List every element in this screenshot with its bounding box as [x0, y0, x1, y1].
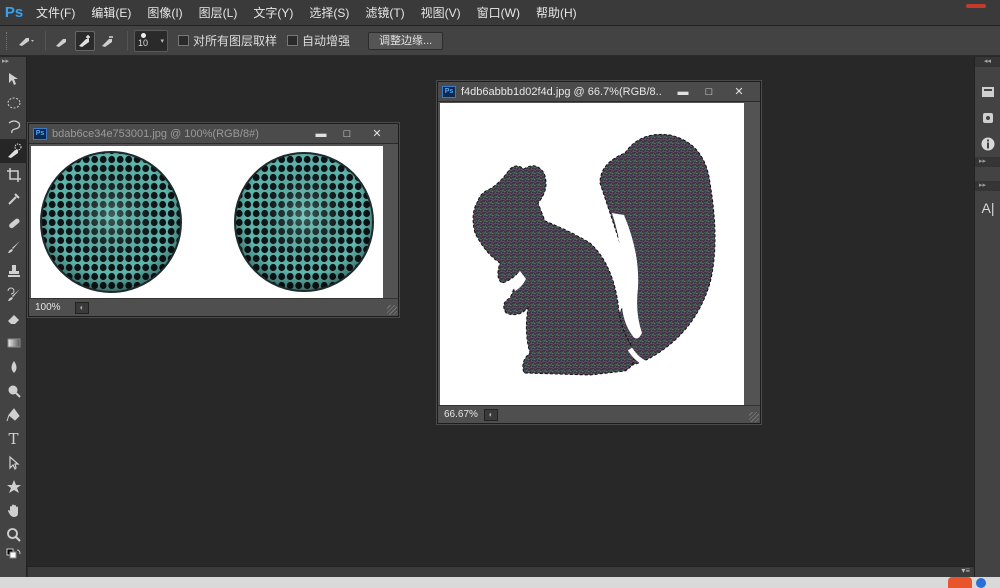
document-canvas[interactable]	[440, 103, 744, 407]
close-button[interactable]: ✕	[360, 126, 394, 141]
quick-selection-tool-icon[interactable]	[0, 139, 27, 163]
panel-group-divider[interactable]: ▸▸	[975, 181, 1000, 191]
shape-tool-icon[interactable]	[0, 475, 27, 499]
close-button[interactable]: ✕	[722, 84, 756, 99]
photoshop-logo: Ps	[4, 4, 24, 21]
maximize-button[interactable]: □	[696, 84, 722, 99]
toolbox-collapse-icon[interactable]: ▸▸	[0, 57, 26, 67]
panel-expand-icon[interactable]: ◂◂	[975, 57, 1000, 67]
watermark-dot-icon	[976, 577, 986, 588]
document-status-bar: 100% ◐	[29, 298, 398, 316]
crop-tool-icon[interactable]	[0, 163, 27, 187]
squirrel-selection-image	[472, 133, 716, 376]
options-separator	[127, 30, 128, 51]
watermark-logo	[948, 577, 986, 588]
history-brush-tool-icon[interactable]	[0, 283, 27, 307]
document-title-bar[interactable]: Ps bdab6ce34e753001.jpg @ 100%(RGB/8#) ▬…	[29, 124, 398, 144]
status-menu-icon[interactable]: ◐	[484, 408, 498, 421]
taskbar	[0, 577, 1000, 588]
info-icon[interactable]	[975, 131, 1000, 157]
menu-select[interactable]: 选择(S)	[301, 0, 357, 26]
menu-image[interactable]: 图像(I)	[139, 0, 190, 26]
path-selection-tool-icon[interactable]	[0, 451, 27, 475]
resize-grip-icon[interactable]	[387, 305, 397, 315]
menu-edit[interactable]: 编辑(E)	[83, 0, 139, 26]
tool-presets-icon[interactable]	[975, 105, 1000, 131]
menu-layer[interactable]: 图层(L)	[191, 0, 246, 26]
panel-group-divider[interactable]: ▸▸	[975, 157, 1000, 167]
menu-window[interactable]: 窗口(W)	[469, 0, 528, 26]
brush-size-value: 10	[138, 38, 149, 48]
healing-brush-tool-icon[interactable]	[0, 211, 27, 235]
document-title: f4db6abbb1d02f4d.jpg @ 66.7%(RGB/8...	[461, 85, 661, 98]
menu-filter[interactable]: 滤镜(T)	[357, 0, 412, 26]
clone-stamp-tool-icon[interactable]	[0, 259, 27, 283]
dodge-tool-icon[interactable]	[0, 379, 27, 403]
eraser-tool-icon[interactable]	[0, 307, 27, 331]
character-panel-icon[interactable]: A|	[975, 195, 1000, 221]
document-window-2[interactable]: Ps f4db6abbb1d02f4d.jpg @ 66.7%(RGB/8...…	[437, 81, 761, 424]
chevron-down-icon: ▾	[160, 37, 164, 45]
right-panel-dock: ◂◂ ▸▸ ▸▸ A|	[974, 57, 1000, 588]
move-tool-icon[interactable]	[0, 67, 27, 91]
workspace-accent	[966, 4, 986, 8]
new-selection-brush-icon[interactable]	[52, 31, 72, 51]
options-grip[interactable]	[6, 31, 10, 50]
menu-view[interactable]: 视图(V)	[413, 0, 469, 26]
document-title: bdab6ce34e753001.jpg @ 100%(RGB/8#)	[52, 127, 259, 140]
panel-collapsed-icon[interactable]	[975, 167, 1000, 181]
zoom-tool-icon[interactable]	[0, 523, 27, 547]
layers-comp-icon[interactable]	[975, 79, 1000, 105]
document-title-bar[interactable]: Ps f4db6abbb1d02f4d.jpg @ 66.7%(RGB/8...…	[438, 82, 760, 102]
zoom-level[interactable]: 100%	[35, 302, 75, 313]
perforated-circles-image	[40, 151, 374, 293]
eyedropper-tool-icon[interactable]	[0, 187, 27, 211]
document-canvas[interactable]	[31, 146, 383, 298]
menu-bar: Ps 文件(F) 编辑(E) 图像(I) 图层(L) 文字(Y) 选择(S) 滤…	[0, 0, 1000, 26]
hand-tool-icon[interactable]	[0, 499, 27, 523]
brush-size-picker[interactable]: 10 ▾	[134, 29, 168, 52]
marquee-tool-icon[interactable]	[0, 91, 27, 115]
blur-tool-icon[interactable]	[0, 355, 27, 379]
toolbox: ▸▸ T	[0, 57, 27, 588]
add-to-selection-brush-icon[interactable]	[75, 30, 95, 51]
sample-all-layers-checkbox[interactable]	[178, 35, 189, 46]
minimize-button[interactable]: ▬	[308, 126, 334, 141]
options-separator	[45, 30, 46, 51]
tool-preset-icon[interactable]	[16, 31, 36, 51]
menu-help[interactable]: 帮助(H)	[528, 0, 585, 26]
options-bar: 10 ▾ 对所有图层取样 自动增强 调整边缘...	[0, 26, 1000, 56]
refine-edge-button[interactable]: 调整边缘...	[368, 31, 444, 50]
auto-enhance-checkbox[interactable]	[287, 35, 299, 46]
subtract-from-selection-brush-icon[interactable]	[98, 31, 118, 51]
ps-document-icon: Ps	[33, 127, 47, 140]
watermark-icon	[948, 577, 972, 588]
zoom-level[interactable]: 66.67%	[444, 409, 484, 420]
resize-grip-icon[interactable]	[749, 412, 759, 422]
type-tool-icon[interactable]: T	[0, 427, 27, 451]
auto-enhance-label: 自动增强	[302, 34, 351, 48]
menu-file[interactable]: 文件(F)	[28, 0, 83, 26]
gradient-tool-icon[interactable]	[0, 331, 27, 355]
ps-document-icon: Ps	[442, 85, 456, 98]
minimize-button[interactable]: ▬	[670, 84, 696, 99]
status-menu-icon[interactable]: ◐	[75, 301, 89, 314]
sample-all-layers-label: 对所有图层取样	[193, 34, 278, 48]
document-window-1[interactable]: Ps bdab6ce34e753001.jpg @ 100%(RGB/8#) ▬…	[28, 123, 399, 317]
pen-tool-icon[interactable]	[0, 403, 27, 427]
bottom-panel-bar[interactable]: ▾≡	[28, 566, 974, 577]
document-status-bar: 66.67% ◐	[438, 405, 760, 423]
lasso-tool-icon[interactable]	[0, 115, 27, 139]
swap-colors-icon[interactable]	[0, 547, 27, 561]
menu-type[interactable]: 文字(Y)	[245, 0, 301, 26]
brush-tool-icon[interactable]	[0, 235, 27, 259]
panel-menu-icon[interactable]: ▾≡	[961, 566, 970, 575]
maximize-button[interactable]: □	[334, 126, 360, 141]
